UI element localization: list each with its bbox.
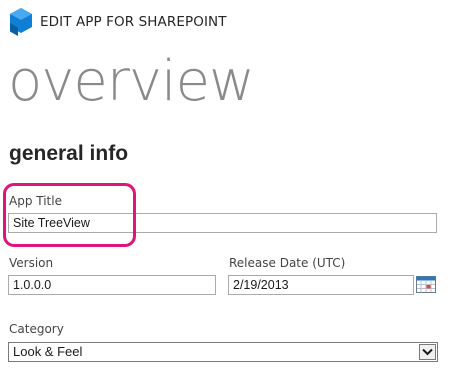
app-name: EDIT APP FOR SHAREPOINT [40, 14, 227, 30]
version-label: Version [9, 256, 54, 270]
release-date-label: Release Date (UTC) [229, 256, 346, 270]
calendar-icon[interactable] [415, 274, 437, 294]
app-header: EDIT APP FOR SHAREPOINT [8, 6, 227, 38]
chevron-down-icon[interactable] [419, 344, 436, 360]
version-input[interactable] [8, 275, 216, 295]
category-select[interactable]: Look & Feel [8, 342, 438, 362]
release-date-input[interactable] [228, 275, 414, 295]
category-label: Category [9, 322, 64, 336]
category-value: Look & Feel [13, 344, 83, 359]
page-title: overview [8, 49, 255, 114]
highlight-box [3, 183, 136, 247]
section-title: general info [9, 142, 129, 165]
sharepoint-logo-icon [8, 7, 34, 37]
